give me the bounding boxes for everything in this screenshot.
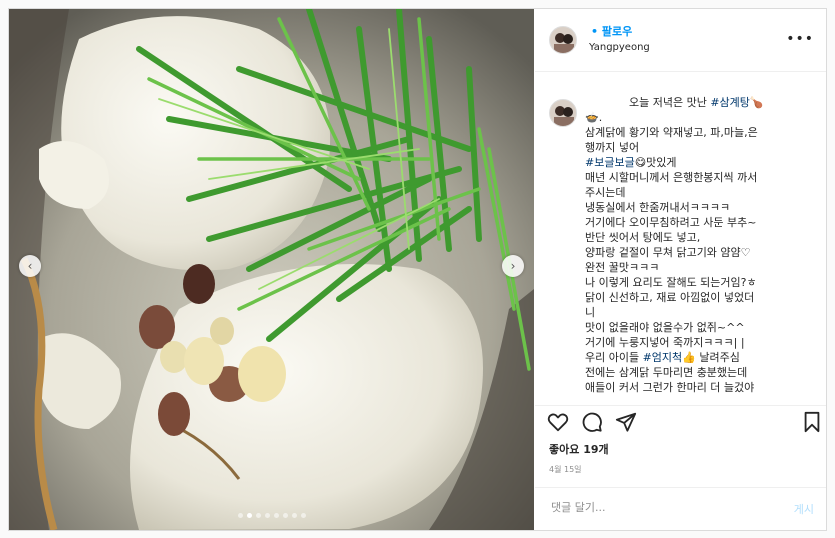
caption-fade <box>535 391 826 405</box>
comment-input[interactable] <box>549 500 763 515</box>
caption-line: 양파랑 겉절이 무쳐 닭고기와 얌얌♡ <box>585 246 751 259</box>
caption-line: 전에는 삼계닭 두마리면 충분했는데 <box>585 366 748 379</box>
carousel-dot <box>255 513 261 518</box>
caption-scroll-area[interactable]: 오늘 저녁은 맛난 #삼계탕🍗 🍲. 삼계닭에 황기와 약재넣고, 파,마늘,은… <box>535 72 826 405</box>
carousel-dot <box>237 513 243 518</box>
comment-icon[interactable] <box>581 411 603 433</box>
post-header: • 팔로우 Yangpyeong ••• <box>535 9 826 72</box>
post-caption: 오늘 저녁은 맛난 #삼계탕🍗 🍲. 삼계닭에 황기와 약재넣고, 파,마늘,은… <box>585 95 817 395</box>
avatar-image <box>550 100 576 126</box>
comment-bar: 게시 <box>535 487 826 531</box>
carousel-next-button[interactable]: › <box>502 255 524 277</box>
drumstick-emoji-icon: 🍗 <box>749 96 764 109</box>
carousel-dot <box>291 513 297 518</box>
bookmark-icon[interactable] <box>801 411 823 433</box>
post-date[interactable]: 4월 15일 <box>549 464 582 475</box>
hashtag-link[interactable]: #엄지척 <box>643 351 683 364</box>
caption-line: 우리 아이들 #엄지척👍 날려주심 <box>585 350 817 365</box>
carousel-dot <box>273 513 279 518</box>
caption-line: 🍲. <box>585 110 817 125</box>
carousel-dot <box>264 513 270 518</box>
heart-icon[interactable] <box>547 411 569 433</box>
chevron-left-icon: ‹ <box>27 259 33 273</box>
action-bar <box>535 405 826 436</box>
post-comment-button[interactable]: 게시 <box>794 501 814 517</box>
likes-count[interactable]: 좋아요 19개 <box>549 441 609 457</box>
caption-line: 오늘 저녁은 맛난 #삼계탕🍗 <box>585 95 817 110</box>
caption-text: 날려주심 <box>695 351 740 364</box>
caption-line: 냉동실에서 한줌꺼내서ㅋㅋㅋㅋ <box>585 201 731 214</box>
post-side-panel: • 팔로우 Yangpyeong ••• 오늘 저녁은 맛난 #삼계탕🍗 🍲. … <box>535 9 826 530</box>
more-dots-icon[interactable]: ••• <box>786 31 814 47</box>
caption-text: 맛있게 <box>646 156 677 169</box>
caption-line: 반단 씻어서 탕에도 넣고, <box>585 231 701 244</box>
caption-line: 맛이 없을래야 없을수가 없쥐~^^ <box>585 321 745 334</box>
caption-line: 완전 꿀맛ㅋㅋㅋ <box>585 261 660 274</box>
post-photo[interactable]: ‹ › <box>9 9 534 530</box>
caption-author-avatar[interactable] <box>549 99 577 127</box>
post-dialog: ‹ › • 팔로우 Yangpyeong ••• 오늘 저녁은 맛난 #삼계탕🍗… <box>8 8 827 531</box>
author-avatar[interactable] <box>549 26 577 54</box>
caption-line: 행까지 넣어 <box>585 141 640 154</box>
thumbs-up-emoji-icon: 👍 <box>682 351 696 364</box>
caption-line: #보글보글😋맛있게 <box>585 155 817 170</box>
yum-emoji-icon: 😋 <box>634 156 647 169</box>
caption-line: 나 이렇게 요리도 잘해도 되는거임?ㅎ <box>585 276 757 289</box>
carousel-prev-button[interactable]: ‹ <box>19 255 41 277</box>
share-icon[interactable] <box>615 411 637 433</box>
caption-line: 삼계닭에 황기와 약재넣고, 파,마늘,은 <box>585 126 758 139</box>
avatar-image <box>550 27 576 53</box>
carousel-dot <box>282 513 288 518</box>
caption-line: 주시는데 <box>585 186 626 199</box>
follow-button[interactable]: • 팔로우 <box>591 23 632 39</box>
hashtag-link[interactable]: #보글보글 <box>585 156 635 169</box>
hashtag-link[interactable]: #삼계탕 <box>710 96 750 109</box>
caption-text: 우리 아이들 <box>585 351 643 364</box>
bowl-emoji-icon: 🍲 <box>585 111 599 124</box>
carousel-indicator <box>9 513 534 518</box>
caption-line: 매년 시할머니께서 은행한봉지씩 까서 <box>585 171 758 184</box>
caption-line: 닭이 신선하고, 재료 아낌없이 넣었더 <box>585 291 755 304</box>
chevron-right-icon: › <box>510 259 516 273</box>
caption-text: 오늘 저녁은 맛난 <box>629 96 711 109</box>
caption-text: . <box>598 111 603 124</box>
caption-line: 니 <box>585 306 596 319</box>
carousel-dot-active <box>246 513 252 518</box>
samgyetang-photo <box>9 9 534 530</box>
caption-line: 거기에 누룽지넣어 죽까지ㅋㅋㅋ| | <box>585 336 745 349</box>
caption-line: 거기에다 오이무침하려고 사둔 부추~ <box>585 216 757 229</box>
post-location[interactable]: Yangpyeong <box>589 42 650 53</box>
header-user-row: • 팔로우 <box>585 23 632 39</box>
carousel-dot <box>300 513 306 518</box>
